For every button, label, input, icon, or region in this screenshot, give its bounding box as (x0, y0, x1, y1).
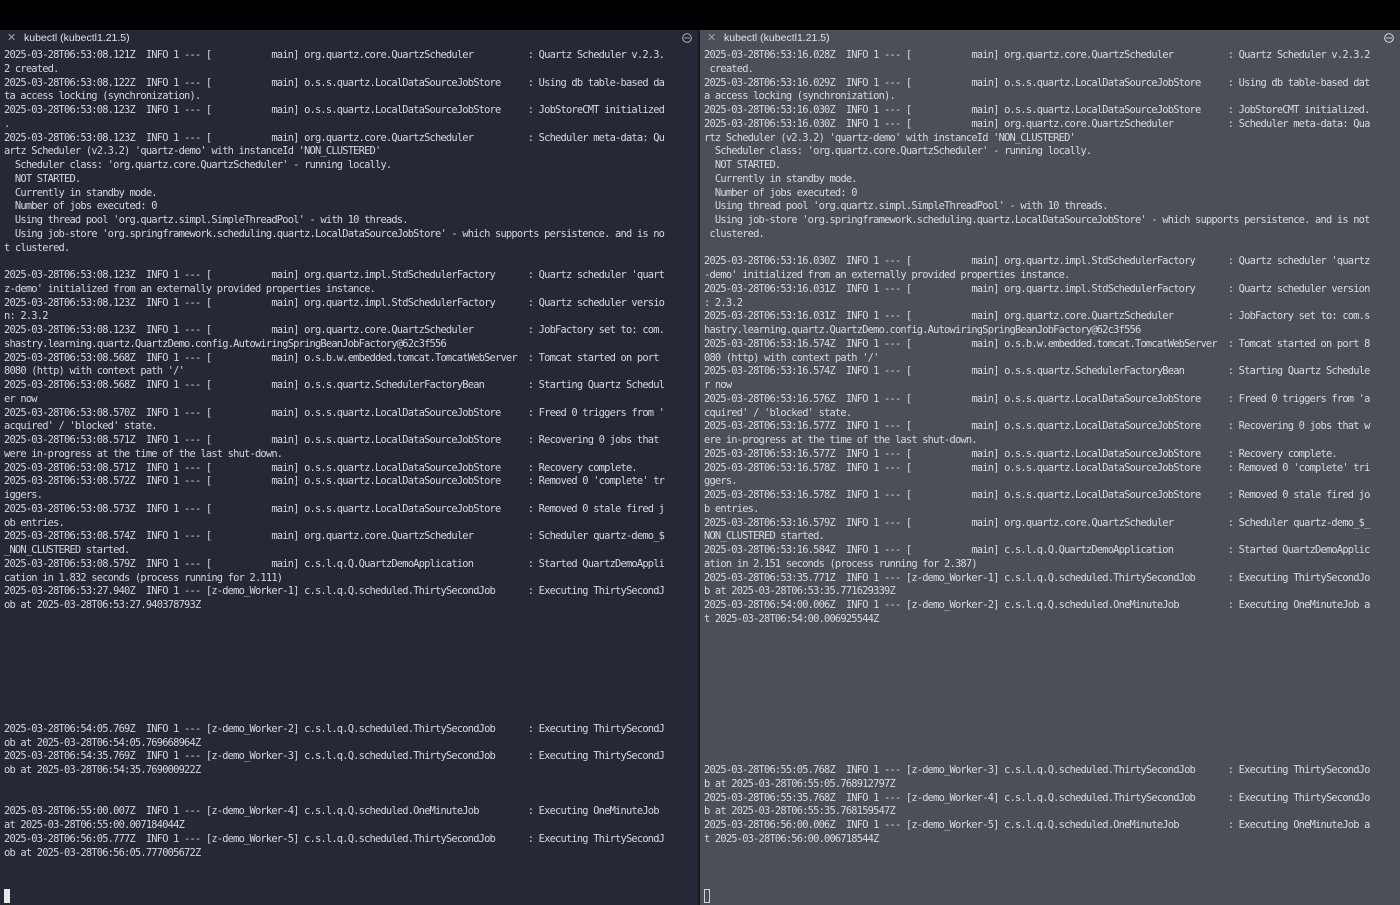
log-output[interactable]: 2025-03-28T06:53:16.028Z INFO 1 --- [ ma… (704, 49, 1370, 847)
terminal-cursor (704, 889, 710, 903)
close-icon[interactable]: ✕ (707, 32, 717, 44)
pane-title: kubectl (kubectl1.21.5) (724, 32, 830, 44)
terminal-pane-left[interactable]: ✕ kubectl (kubectl1.21.5) 2025-03-28T06:… (0, 30, 698, 905)
more-options-icon[interactable] (1384, 33, 1394, 43)
pane-tab-bar: ✕ kubectl (kubectl1.21.5) (700, 30, 1400, 48)
terminal-window: ✕ kubectl (kubectl1.21.5) 2025-03-28T06:… (0, 0, 1400, 905)
pane-title: kubectl (kubectl1.21.5) (24, 32, 130, 44)
terminal-pane-right[interactable]: ✕ kubectl (kubectl1.21.5) 2025-03-28T06:… (700, 30, 1400, 905)
close-icon[interactable]: ✕ (7, 32, 17, 44)
terminal-cursor (4, 889, 10, 903)
pane-tab-bar: ✕ kubectl (kubectl1.21.5) (0, 30, 698, 48)
title-bar (0, 0, 1400, 30)
log-output[interactable]: 2025-03-28T06:53:08.121Z INFO 1 --- [ ma… (4, 49, 665, 860)
more-options-icon[interactable] (682, 33, 692, 43)
